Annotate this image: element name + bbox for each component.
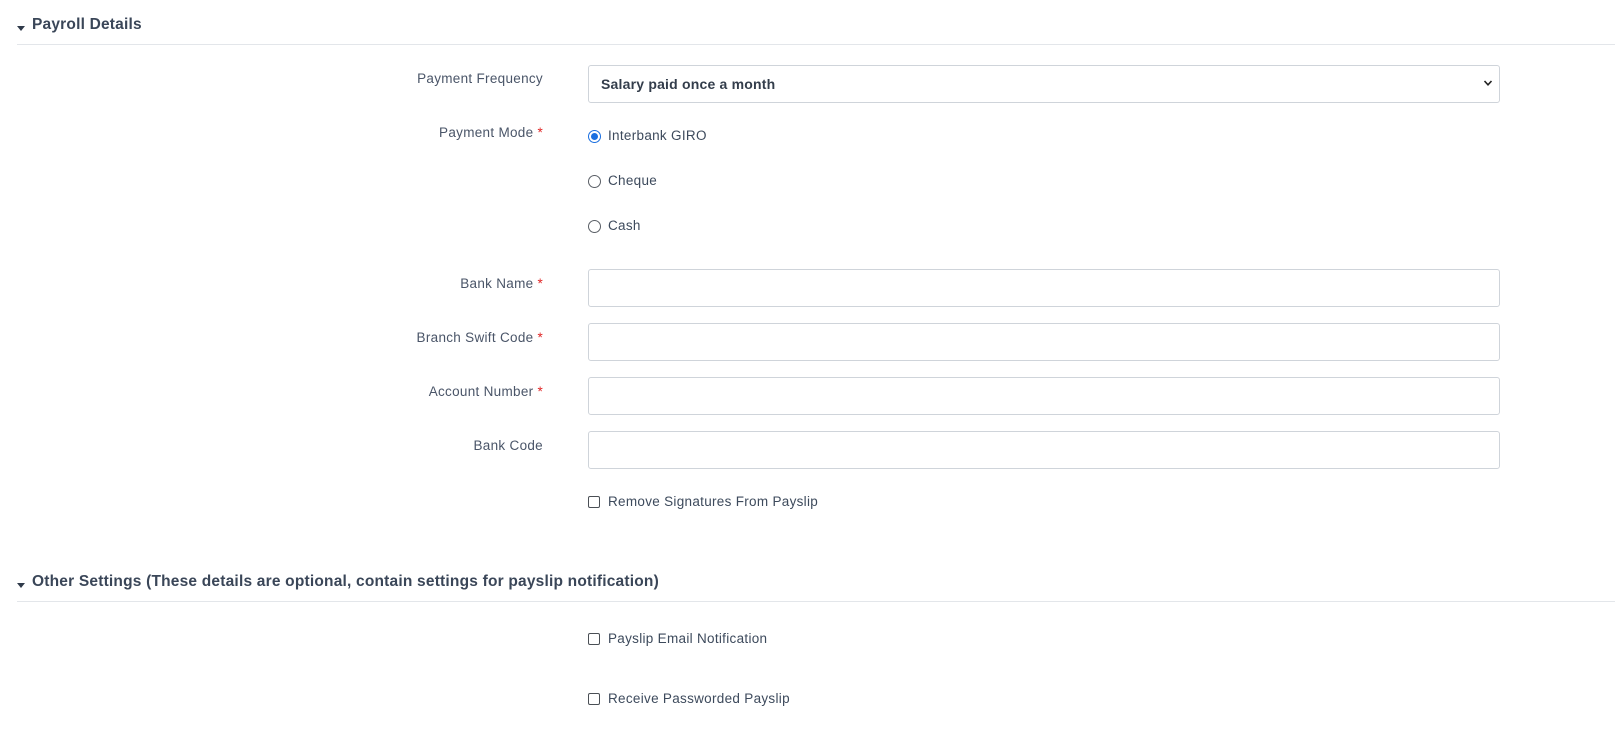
payment-frequency-label: Payment Frequency bbox=[417, 71, 543, 86]
radio-selected-icon[interactable] bbox=[588, 130, 601, 143]
caret-down-icon bbox=[17, 26, 25, 31]
required-marker: * bbox=[537, 276, 543, 291]
checkbox-icon[interactable] bbox=[588, 633, 600, 645]
option-label: Cash bbox=[608, 218, 641, 233]
payment-mode-label: Payment Mode * bbox=[439, 125, 543, 140]
checkbox-label: Remove Signatures From Payslip bbox=[608, 494, 819, 509]
bank-name-label: Bank Name * bbox=[460, 276, 543, 291]
required-marker: * bbox=[537, 330, 543, 345]
radio-icon[interactable] bbox=[588, 220, 601, 233]
bank-code-label: Bank Code bbox=[473, 438, 543, 453]
required-marker: * bbox=[537, 125, 543, 140]
chevron-down-icon bbox=[1483, 80, 1493, 86]
checkbox-icon[interactable] bbox=[588, 693, 600, 705]
checkbox-label: Receive Passworded Payslip bbox=[608, 691, 790, 706]
payment-frequency-select[interactable]: Salary paid once a month bbox=[588, 65, 1500, 103]
account-number-input[interactable] bbox=[588, 377, 1500, 415]
bank-code-input[interactable] bbox=[588, 431, 1500, 469]
bank-name-input[interactable] bbox=[588, 269, 1500, 307]
option-label: Interbank GIRO bbox=[608, 128, 707, 143]
checkbox-label: Payslip Email Notification bbox=[608, 631, 768, 646]
caret-down-icon bbox=[17, 583, 25, 588]
section-title: Other Settings (These details are option… bbox=[32, 573, 659, 590]
other-settings-section-toggle[interactable]: Other Settings (These details are option… bbox=[17, 571, 1615, 602]
payroll-details-section-toggle[interactable]: Payroll Details bbox=[17, 14, 1615, 45]
section-title: Payroll Details bbox=[32, 16, 142, 33]
payment-frequency-value: Salary paid once a month bbox=[601, 76, 776, 92]
branch-swift-code-input[interactable] bbox=[588, 323, 1500, 361]
account-number-label: Account Number * bbox=[428, 384, 543, 399]
checkbox-icon[interactable] bbox=[588, 496, 600, 508]
required-marker: * bbox=[537, 384, 543, 399]
radio-icon[interactable] bbox=[588, 175, 601, 188]
option-label: Cheque bbox=[608, 173, 658, 188]
branch-swift-code-label: Branch Swift Code * bbox=[416, 330, 543, 345]
